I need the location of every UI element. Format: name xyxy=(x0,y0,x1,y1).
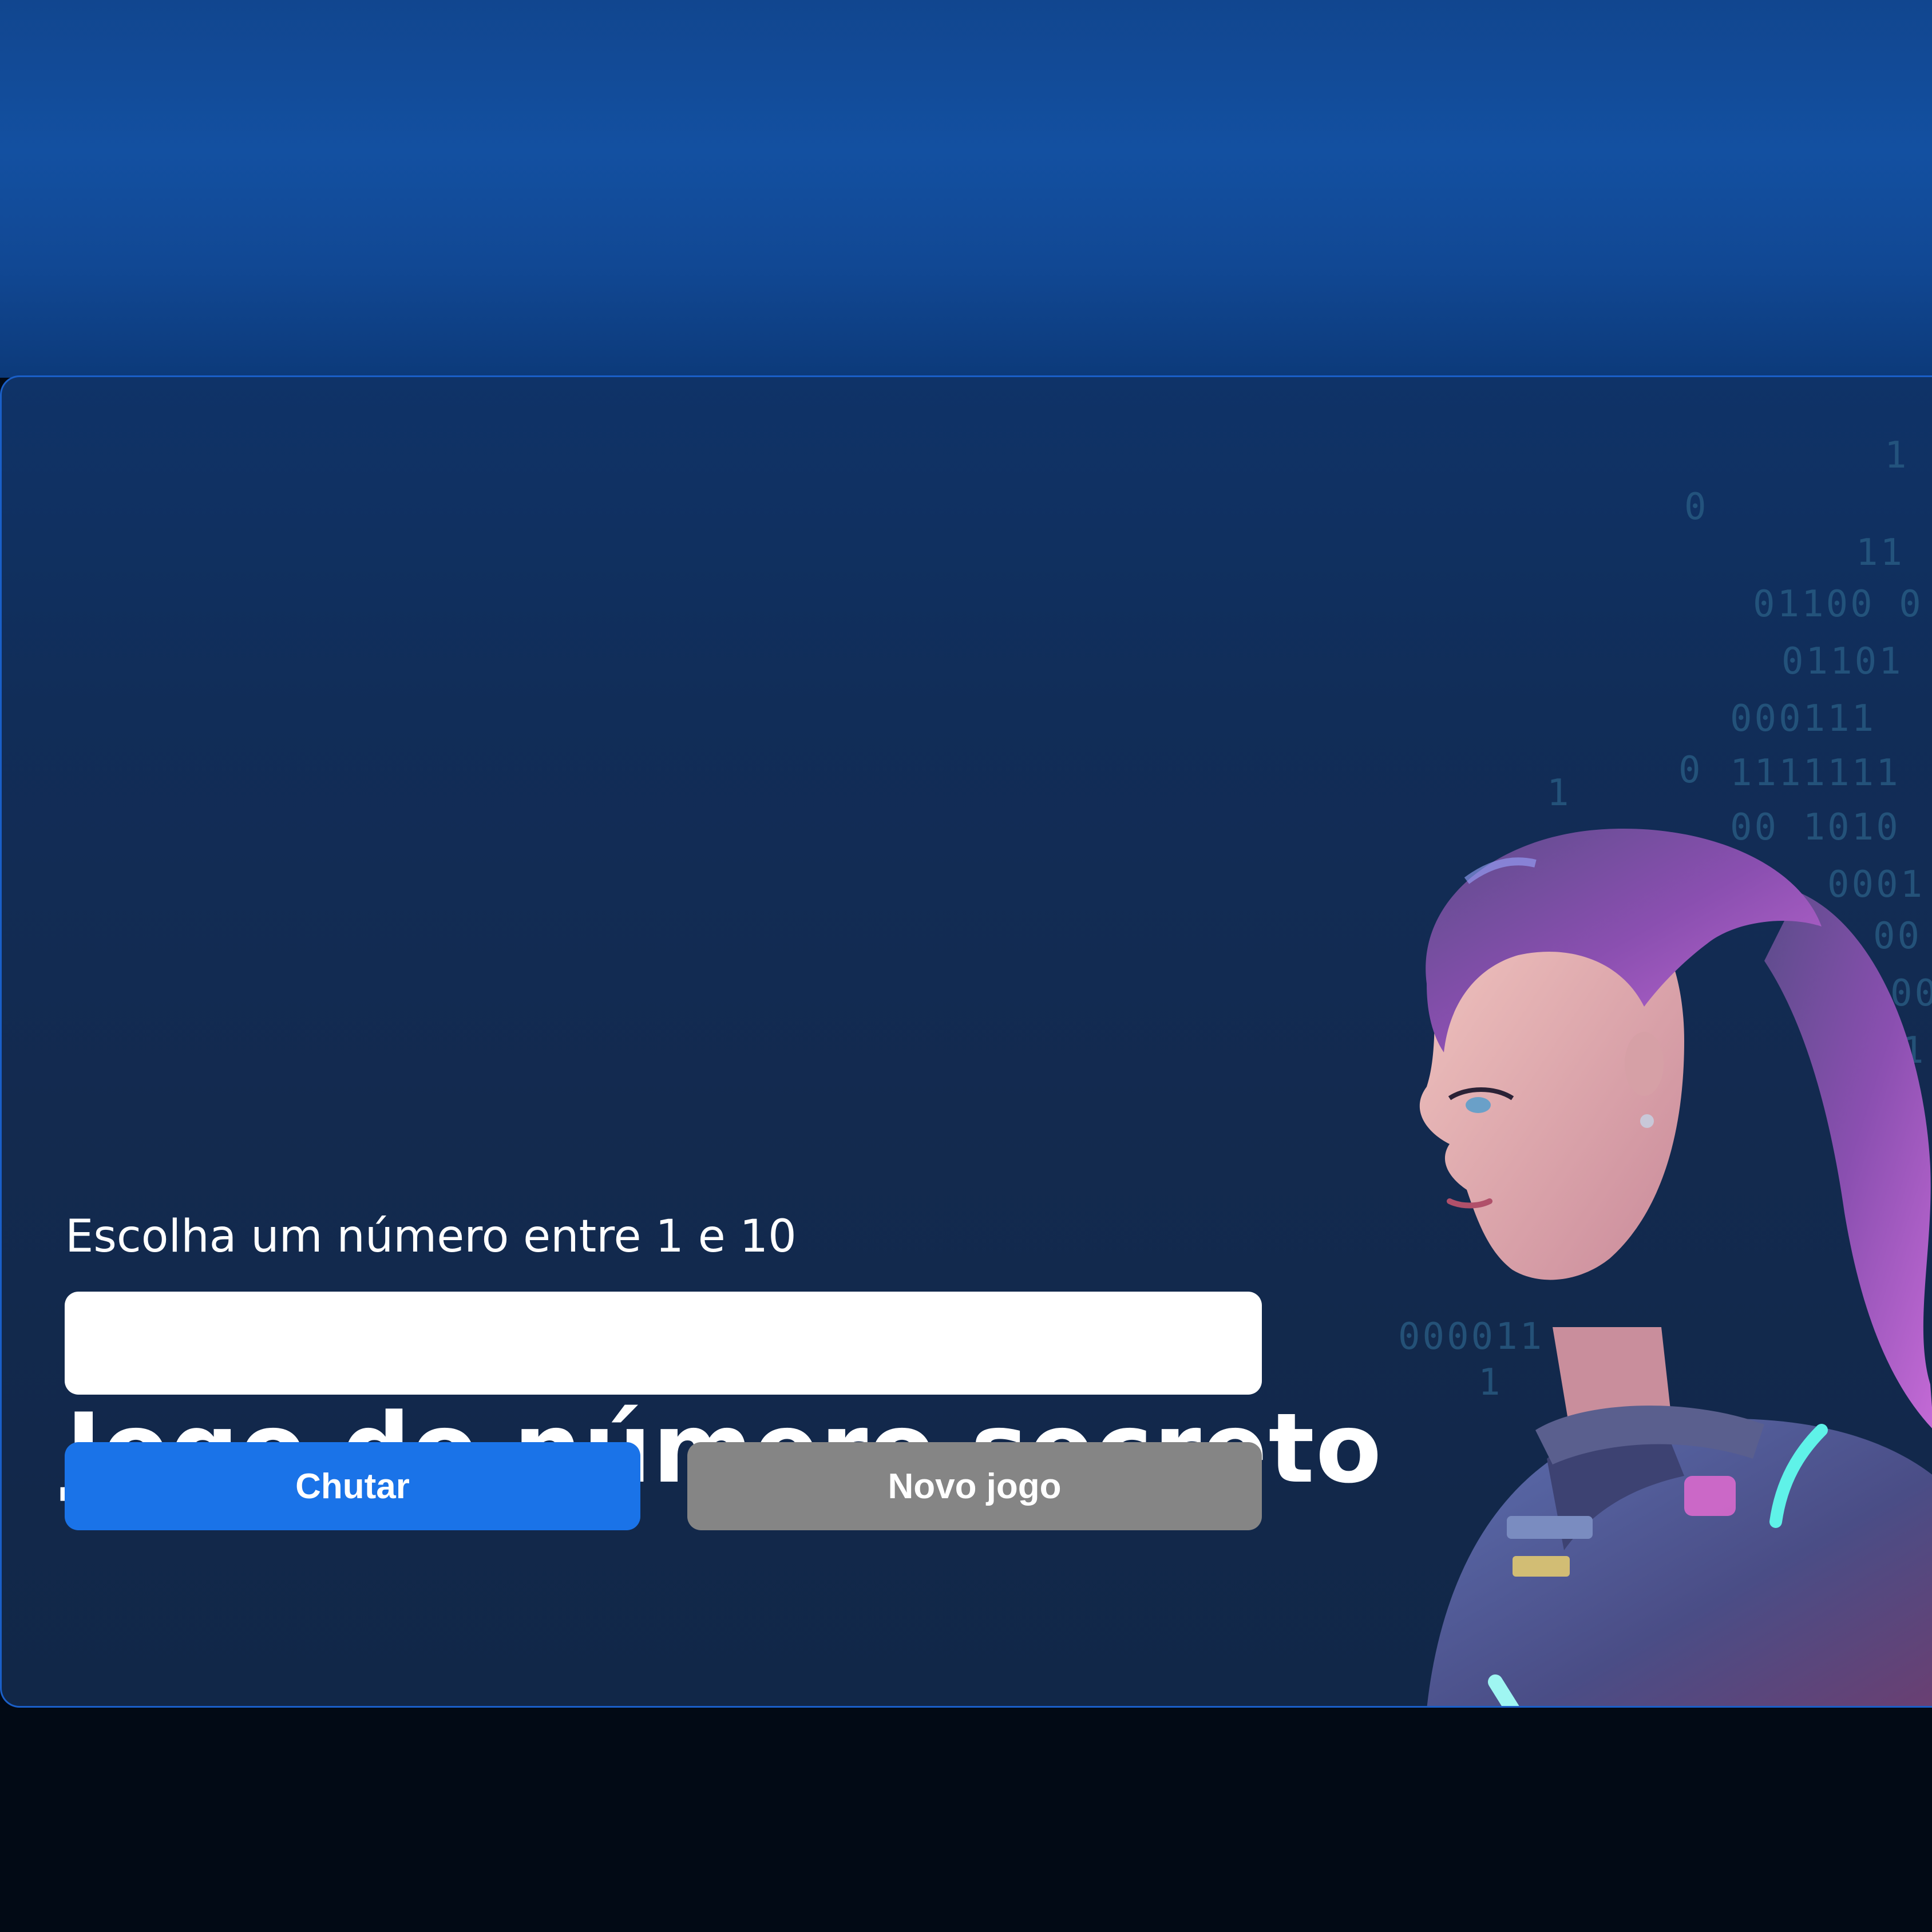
guess-button[interactable]: Chutar xyxy=(65,1442,640,1530)
character-illustration xyxy=(1419,829,1932,1706)
guess-input[interactable] xyxy=(65,1292,1262,1395)
header-background xyxy=(0,0,1932,378)
number-range-prompt: Escolha um número entre 1 e 10 xyxy=(65,1211,797,1262)
footer-background xyxy=(0,1708,1932,1932)
new-game-button[interactable]: Novo jogo xyxy=(687,1442,1262,1530)
